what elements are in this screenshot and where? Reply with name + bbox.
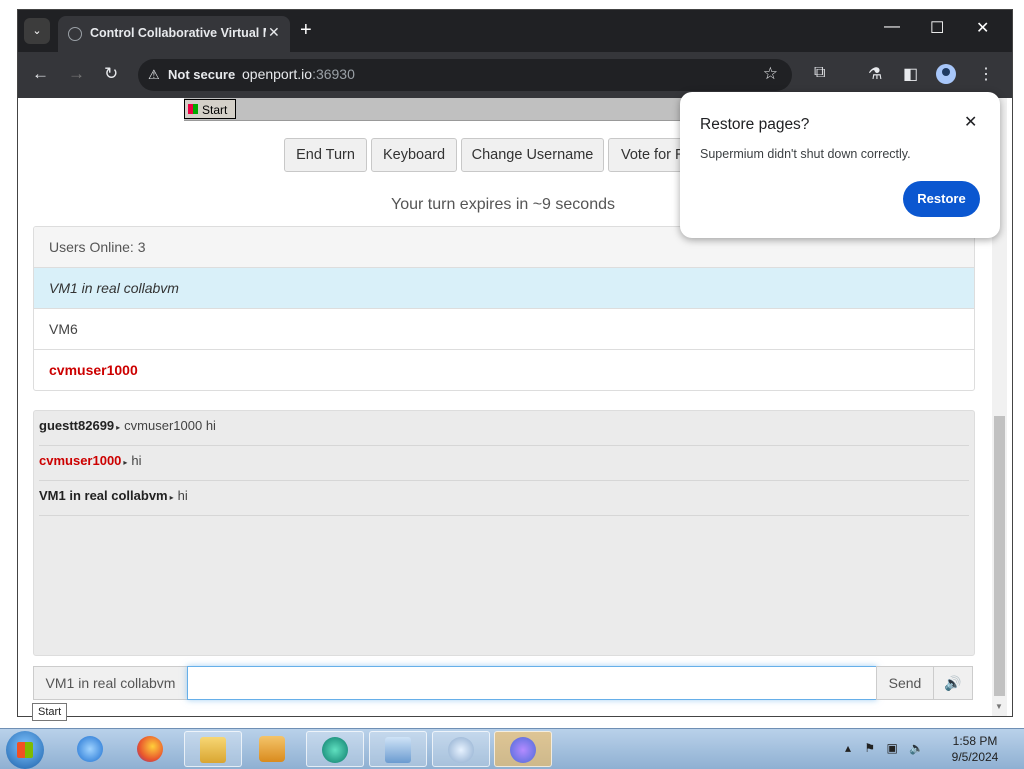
reload-icon[interactable]: ↻ [104,64,118,84]
internet-explorer-icon[interactable] [62,731,120,767]
keyboard-button[interactable]: Keyboard [371,138,457,172]
show-hidden-icons-icon[interactable]: ▴ [845,741,851,755]
labs-flask-icon[interactable]: ⚗ [868,64,882,84]
infinity-app-icon[interactable] [494,731,552,767]
side-panel-icon[interactable]: ◧ [903,64,918,84]
not-secure-label[interactable]: Not secure [168,67,235,82]
chat-input-row: VM1 in real collabvm Send 🔊 [33,666,973,700]
scrollbar-thumb[interactable] [994,416,1005,696]
system-tool-icon[interactable] [432,731,490,767]
system-tray: ▴ ⚑ ▣ 🔈 [845,741,924,755]
bookmark-star-icon[interactable]: ☆ [763,64,778,84]
tab-bar: ⌄ Control Collaborative Virtual M ✕ + — … [18,10,1012,52]
chat-panel: guestt82699 ▸ cvmuser1000 hi cvmuser1000 ▸ h… [33,410,975,656]
firefox-icon[interactable] [122,731,180,767]
tab-search-button[interactable]: ⌄ [24,18,50,44]
user-list-item[interactable]: cvmuser1000 [34,350,974,390]
chat-username: VM1 in real collabvm [39,488,168,503]
users-online-panel: Users Online: 3 VM1 in real collabvm VM6… [33,226,975,391]
back-icon[interactable]: ← [32,64,49,84]
chat-username: cvmuser1000 [39,453,122,468]
forward-icon[interactable]: → [68,64,85,84]
minimize-button[interactable]: — [884,18,900,36]
scroll-down-arrow-icon[interactable]: ▼ [995,702,1003,711]
profile-avatar-icon[interactable] [936,64,956,84]
close-tab-icon[interactable]: ✕ [268,24,280,41]
change-username-button[interactable]: Change Username [461,138,604,172]
end-turn-button[interactable]: End Turn [284,138,367,172]
browser-tab[interactable]: Control Collaborative Virtual M ✕ [58,16,290,52]
control-panel-icon[interactable] [369,731,427,767]
volume-muted-icon[interactable]: 🔈 [909,741,924,755]
chat-text: hi [177,488,188,503]
chat-text: cvmuser1000 hi [124,418,216,433]
clock-date: 9/5/2024 [951,750,999,764]
send-button[interactable]: Send [876,666,934,700]
warning-icon: ⚠ [148,67,160,82]
windows-flag-icon [188,104,198,114]
windows-taskbar: ▴ ⚑ ▣ 🔈 1:58 PM 9/5/2024 [0,728,1024,769]
restore-button[interactable]: Restore [903,181,980,217]
file-explorer-icon[interactable] [184,731,242,767]
network-icon[interactable]: ▣ [886,741,897,755]
chat-message: cvmuser1000 ▸ hi [39,446,969,481]
popup-message: Supermium didn't shut down correctly. [700,147,911,161]
close-icon[interactable]: ✕ [964,112,977,132]
chat-text: hi [131,453,142,468]
start-tooltip: Start [32,703,68,721]
address-bar[interactable]: ⚠ Not secure openport.io:36930 ☆ [138,59,792,91]
media-player-icon[interactable] [244,731,302,767]
chat-input[interactable] [187,666,877,700]
user-list-item[interactable]: VM6 [34,309,974,350]
supermium-browser-icon[interactable] [306,731,364,767]
menu-kebab-icon[interactable]: ⋮ [978,64,994,84]
chat-message: VM1 in real collabvm ▸ hi [39,481,969,516]
arrow-icon: ▸ [123,458,128,467]
clock[interactable]: 1:58 PM 9/5/2024 [940,733,1010,765]
popup-title: Restore pages? [700,116,810,133]
chat-message: guestt82699 ▸ cvmuser1000 hi [39,411,969,446]
username-addon: VM1 in real collabvm [33,666,188,700]
extensions-icon[interactable]: ⧉ [814,64,825,82]
maximize-button[interactable]: ☐ [930,18,944,38]
clock-time: 1:58 PM [952,734,998,748]
user-list-item[interactable]: VM1 in real collabvm [34,268,974,309]
arrow-icon: ▸ [116,423,121,432]
close-window-button[interactable]: ✕ [976,18,989,38]
globe-icon [68,27,82,41]
vm-start-button[interactable]: Start [184,99,236,119]
tab-title: Control Collaborative Virtual M [90,26,266,40]
start-orb-icon[interactable] [6,731,44,769]
action-center-flag-icon[interactable]: ⚑ [864,741,875,755]
restore-pages-popup: Restore pages? ✕ Supermium didn't shut d… [680,92,1000,238]
url-text[interactable]: openport.io:36930 [242,66,355,82]
arrow-icon: ▸ [169,493,174,502]
new-tab-button[interactable]: + [300,18,312,42]
speaker-icon[interactable]: 🔊 [933,666,973,700]
chat-username: guestt82699 [39,418,115,433]
